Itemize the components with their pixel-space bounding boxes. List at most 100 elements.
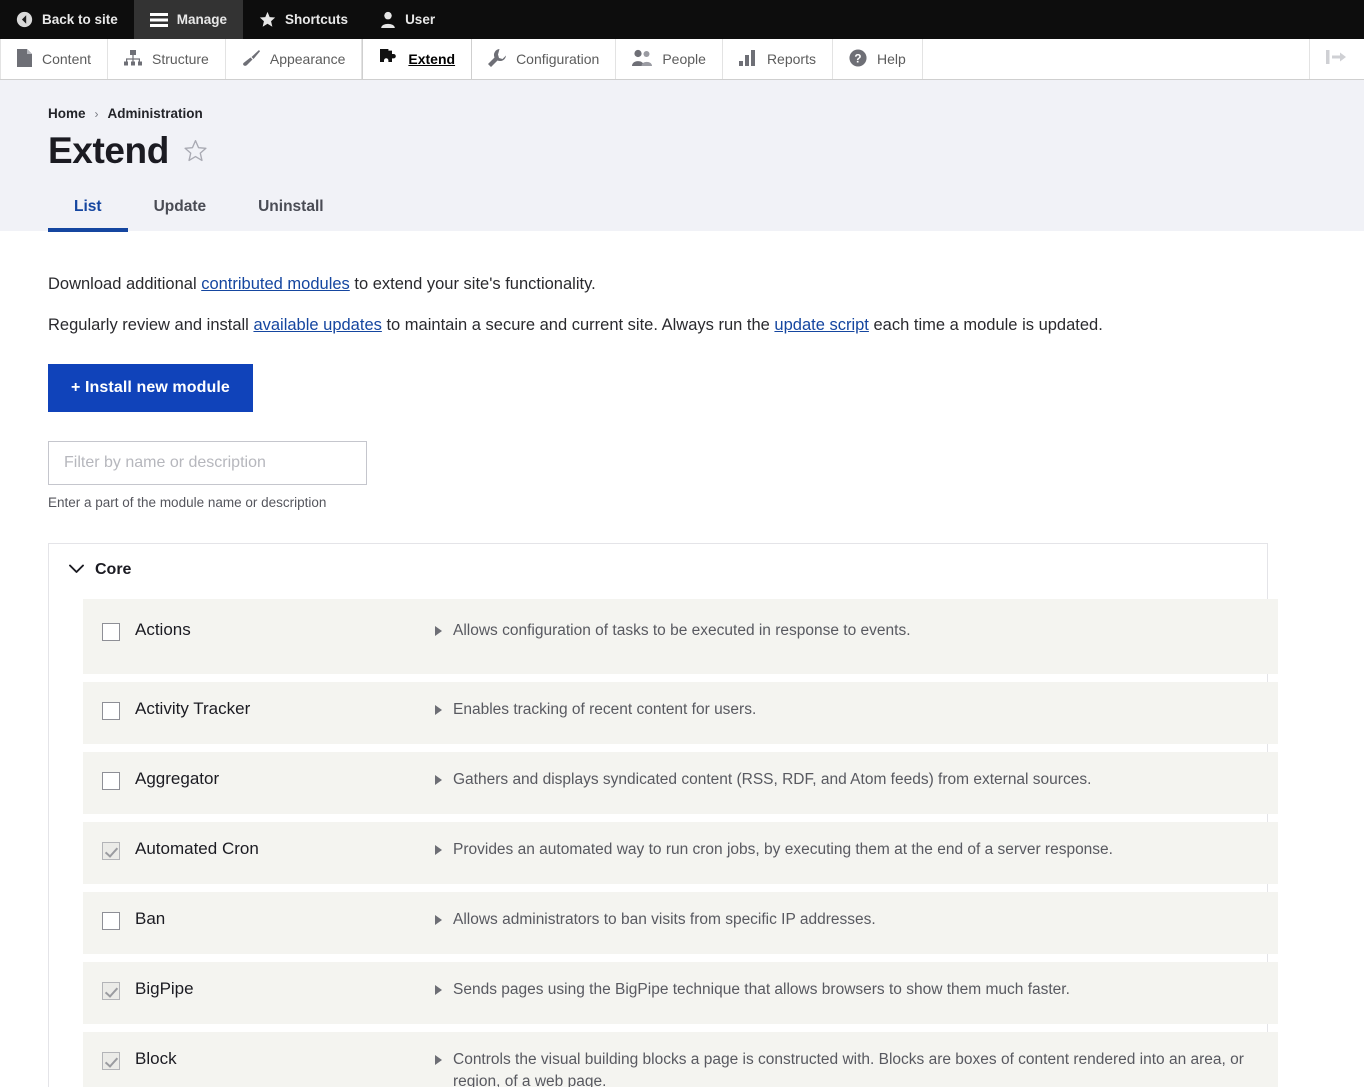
menu-item-configuration[interactable]: Configuration — [472, 39, 617, 79]
admin-bar-item-manage[interactable]: Manage — [133, 0, 244, 39]
menu-item-reports[interactable]: Reports — [723, 39, 833, 79]
module-name: Ban — [135, 909, 166, 929]
collapse-toolbar-button[interactable] — [1310, 39, 1364, 79]
admin-bar-item-user[interactable]: User — [364, 0, 451, 39]
tab-label: Uninstall — [258, 197, 324, 215]
menu-item-structure[interactable]: Structure — [108, 39, 226, 79]
breadcrumb-administration[interactable]: Administration — [108, 106, 203, 121]
intro-text: Download additional — [48, 274, 202, 293]
update-script-link[interactable]: update script — [774, 316, 868, 334]
admin-bar-label: User — [405, 12, 436, 27]
module-description: Controls the visual building blocks a pa… — [453, 1051, 1244, 1087]
module-description-cell: Allows administrators to ban visits from… — [435, 909, 1278, 930]
module-enable-checkbox[interactable] — [102, 772, 120, 791]
menu-item-extend[interactable]: Extend — [362, 39, 473, 79]
expand-details-icon[interactable] — [435, 985, 442, 996]
module-description: Allows administrators to ban visits from… — [453, 911, 876, 929]
admin-bar-label: Back to site — [42, 12, 118, 27]
menu-bar-spacer — [923, 39, 1310, 79]
main-content: Download additional contributed modules … — [0, 230, 1364, 1087]
hierarchy-icon — [124, 49, 143, 69]
menu-item-label: Content — [42, 51, 92, 67]
module-description-cell: Provides an automated way to run cron jo… — [435, 839, 1278, 860]
menu-item-label: Help — [876, 51, 906, 67]
module-enable-checkbox[interactable] — [102, 912, 120, 931]
tab-update[interactable]: Update — [128, 192, 233, 232]
expand-details-icon[interactable] — [435, 845, 442, 856]
expand-details-icon[interactable] — [435, 1055, 442, 1066]
tab-uninstall[interactable]: Uninstall — [232, 192, 349, 232]
admin-bar-item-back-to-site[interactable]: Back to site — [0, 0, 134, 39]
table-row: Aggregator Gathers and displays syndicat… — [83, 752, 1278, 815]
hamburger-icon — [149, 12, 168, 27]
tab-label: List — [74, 197, 102, 215]
bar-chart-icon — [738, 49, 757, 69]
breadcrumb: Home › Administration — [48, 106, 1316, 121]
contributed-modules-link[interactable]: contributed modules — [201, 275, 350, 293]
menu-item-label: Reports — [766, 51, 816, 67]
module-description: Sends pages using the BigPipe technique … — [453, 981, 1070, 999]
menu-item-help[interactable]: ? Help — [833, 39, 923, 79]
admin-bar-label: Shortcuts — [285, 12, 349, 27]
module-checkbox-cell — [83, 839, 135, 865]
install-new-module-button[interactable]: + Install new module — [48, 364, 253, 413]
intro-line-2: Regularly review and install available u… — [48, 314, 1316, 336]
intro-text: each time a module is updated. — [868, 316, 1103, 335]
module-rows: Actions Allows configuration of tasks to… — [49, 585, 1278, 1087]
puzzle-icon — [379, 46, 398, 69]
module-description: Enables tracking of recent content for u… — [453, 701, 757, 719]
filter-description: Enter a part of the module name or descr… — [48, 495, 327, 511]
module-name: Actions — [135, 620, 191, 640]
table-row: Activity Tracker Enables tracking of rec… — [83, 682, 1278, 745]
star-outline-icon[interactable] — [183, 139, 208, 164]
module-enable-checkbox — [102, 842, 120, 861]
tab-list[interactable]: List — [48, 192, 128, 232]
menu-item-content[interactable]: Content — [0, 39, 109, 79]
breadcrumb-home[interactable]: Home — [48, 106, 86, 121]
page-header: Home › Administration Extend List Update… — [0, 80, 1364, 232]
wrench-icon — [488, 48, 507, 70]
table-row: Ban Allows administrators to ban visits … — [83, 892, 1278, 955]
module-checkbox-cell — [83, 979, 135, 1005]
paintbrush-icon — [242, 49, 260, 70]
module-group-title: Core — [95, 561, 132, 579]
document-icon — [17, 48, 32, 70]
module-name: Block — [135, 1049, 177, 1069]
table-row: Automated Cron Provides an automated way… — [83, 822, 1278, 885]
page-tabs: List Update Uninstall — [48, 191, 1316, 232]
admin-toolbar: Back to site Manage Shortcuts User — [0, 0, 1364, 39]
module-checkbox-cell — [83, 769, 135, 795]
table-row: Block Controls the visual building block… — [83, 1032, 1278, 1087]
menu-item-people[interactable]: People — [616, 39, 723, 79]
admin-bar-label: Manage — [176, 12, 228, 27]
admin-menu-bar: Content Structure Appearance Extend Conf… — [0, 39, 1364, 80]
menu-item-label: People — [662, 51, 706, 67]
module-filter-input[interactable] — [48, 441, 367, 486]
user-icon — [380, 11, 396, 28]
menu-item-label: Structure — [152, 51, 209, 67]
module-enable-checkbox — [102, 1052, 120, 1071]
available-updates-link[interactable]: available updates — [253, 316, 381, 334]
module-name: BigPipe — [135, 979, 194, 999]
module-description: Provides an automated way to run cron jo… — [453, 841, 1113, 859]
expand-details-icon[interactable] — [435, 626, 442, 637]
module-description: Gathers and displays syndicated content … — [453, 771, 1092, 789]
menu-item-appearance[interactable]: Appearance — [226, 39, 363, 79]
title-row: Extend — [48, 130, 1316, 171]
expand-details-icon[interactable] — [435, 705, 442, 716]
tab-label: Update — [153, 197, 207, 215]
module-checkbox-cell — [83, 909, 135, 935]
menu-item-label: Appearance — [269, 51, 346, 67]
module-checkbox-cell — [83, 620, 135, 646]
intro-line-1: Download additional contributed modules … — [48, 273, 1316, 295]
expand-details-icon[interactable] — [435, 915, 442, 926]
expand-details-icon[interactable] — [435, 775, 442, 786]
page-title: Extend — [48, 130, 169, 171]
module-enable-checkbox[interactable] — [102, 702, 120, 721]
table-row: BigPipe Sends pages using the BigPipe te… — [83, 962, 1278, 1025]
chevron-down-icon — [69, 561, 84, 579]
admin-bar-item-shortcuts[interactable]: Shortcuts — [243, 0, 364, 39]
module-name: Activity Tracker — [135, 699, 251, 719]
module-enable-checkbox[interactable] — [102, 623, 120, 642]
module-group-header-core[interactable]: Core — [49, 544, 1267, 585]
